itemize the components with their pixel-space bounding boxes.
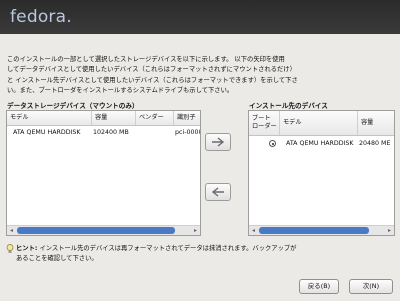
- row-model: ATA QEMU HARDDISK: [13, 129, 81, 136]
- table-header: モデル 容量 ベンダー 識別子: [7, 111, 200, 126]
- intro-line: このインストールの一部として選択したストレージデバイスを以下に示します。 以下の…: [7, 56, 285, 63]
- intro-line: してデータデバイスとして使用したいデバイス（これらはフォーマットされずにマウント…: [7, 66, 296, 74]
- table-header: ブート ローダー モデル 容量: [249, 111, 394, 136]
- hint-text: ヒント: インストール先のデバイスは再フォーマットされてデータは抹消されます。バ…: [16, 244, 396, 264]
- scroll-left-icon[interactable]: ◂: [7, 226, 16, 235]
- next-button[interactable]: 次(N): [349, 279, 393, 294]
- intro-line: と インストール先デバイスとして使用したいデバイス（これらはフォーマットできます…: [7, 76, 298, 84]
- install-devices-table[interactable]: ブート ローダー モデル 容量 ATA QEMU HARDDISK 20480 …: [248, 110, 395, 236]
- column-header-vendor[interactable]: ベンダー: [136, 111, 174, 125]
- move-to-data-button[interactable]: [205, 183, 231, 201]
- scroll-thumb[interactable]: [17, 227, 175, 234]
- row-capacity: 20480 ME: [359, 140, 391, 147]
- scroll-right-icon[interactable]: ▸: [191, 226, 200, 235]
- table-row[interactable]: ATA QEMU HARDDISK 20480 ME: [249, 136, 394, 150]
- arrow-right-icon: [212, 137, 225, 147]
- scroll-thumb[interactable]: [259, 227, 369, 234]
- install-devices-title: インストール先のデバイス: [249, 102, 328, 110]
- column-header-capacity[interactable]: 容量: [92, 111, 136, 125]
- column-header-model[interactable]: モデル: [280, 111, 358, 135]
- row-model: ATA QEMU HARDDISK: [286, 140, 354, 147]
- row-identifier: pci-0000: [175, 129, 200, 136]
- hint-line-1: インストール先のデバイスは再フォーマットされてデータは抹消されます。バックアップ…: [39, 245, 297, 252]
- back-button[interactable]: 戻る(B): [299, 279, 339, 294]
- column-header-bootloader[interactable]: ブート ローダー: [249, 111, 280, 135]
- intro-line: い。また、ブートローダをインストールするシステムドライブも示して下さい。: [7, 86, 234, 94]
- arrow-left-icon: [211, 187, 224, 197]
- column-header-model[interactable]: モデル: [7, 111, 92, 125]
- column-header-identifier[interactable]: 識別子: [174, 111, 200, 125]
- hint-line-2: あることを確認して下さい。: [16, 255, 98, 262]
- move-to-install-button[interactable]: [205, 133, 231, 151]
- row-capacity: 102400 MB: [93, 129, 129, 136]
- column-header-capacity[interactable]: 容量: [358, 111, 394, 135]
- table-row[interactable]: ATA QEMU HARDDISK 102400 MB pci-0000: [7, 126, 200, 140]
- data-devices-table[interactable]: モデル 容量 ベンダー 識別子 ATA QEMU HARDDISK 102400…: [6, 110, 201, 236]
- horizontal-scrollbar[interactable]: ◂ ▸: [249, 225, 394, 235]
- hint-label: ヒント:: [16, 245, 38, 252]
- scroll-left-icon[interactable]: ◂: [249, 226, 258, 235]
- intro-text: このインストールの一部として選択したストレージデバイスを以下に示します。 以下の…: [7, 55, 392, 96]
- installer-header: fedora.: [0, 0, 400, 34]
- bootloader-radio[interactable]: [269, 140, 276, 147]
- lightbulb-icon: [6, 244, 14, 253]
- horizontal-scrollbar[interactable]: ◂ ▸: [7, 225, 200, 235]
- scroll-right-icon[interactable]: ▸: [385, 226, 394, 235]
- fedora-logo: fedora.: [10, 7, 72, 27]
- data-devices-title: データストレージデバイス（マウントのみ）: [7, 102, 139, 110]
